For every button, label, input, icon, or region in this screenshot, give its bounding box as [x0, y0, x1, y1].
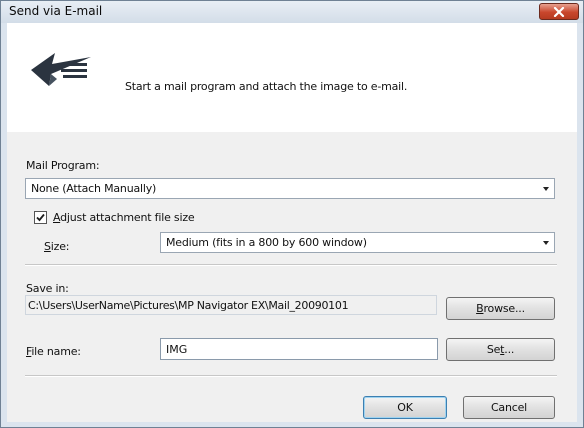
checkmark-icon — [36, 213, 45, 222]
mail-send-icon — [31, 53, 91, 86]
adjust-size-label[interactable]: Adjust attachment file size — [53, 211, 195, 224]
chevron-down-icon — [543, 187, 549, 191]
file-name-input[interactable]: IMG — [160, 338, 438, 360]
header-description: Start a mail program and attach the imag… — [125, 80, 408, 93]
dialog-body: Mail Program: None (Attach Manually) Adj… — [7, 132, 577, 422]
adjust-size-checkbox[interactable] — [34, 211, 47, 224]
mail-program-label: Mail Program: — [26, 159, 100, 172]
ok-button[interactable]: OK — [363, 396, 447, 419]
file-name-value: IMG — [166, 343, 188, 356]
save-in-path: C:\Users\UserName\Pictures\MP Navigator … — [25, 295, 437, 315]
close-button[interactable] — [539, 3, 579, 20]
save-in-path-text: C:\Users\UserName\Pictures\MP Navigator … — [28, 299, 349, 312]
separator — [25, 375, 557, 377]
size-label: Size: — [44, 240, 70, 253]
chevron-down-icon — [543, 241, 549, 245]
window-title: Send via E-mail — [9, 4, 103, 18]
close-icon — [553, 6, 565, 17]
send-via-email-dialog: Send via E-mail Start a mail program and… — [0, 0, 584, 428]
separator — [25, 264, 557, 266]
browse-button[interactable]: Browse... — [446, 297, 555, 320]
mail-program-select[interactable]: None (Attach Manually) — [25, 178, 555, 199]
set-button[interactable]: Se t... — [446, 338, 555, 361]
save-in-label: Save in: — [26, 282, 69, 295]
cancel-button[interactable]: Cancel — [463, 396, 555, 419]
mail-program-value: None (Attach Manually) — [31, 182, 157, 195]
file-name-label: File name: — [26, 345, 81, 358]
size-value: Medium (fits in a 800 by 600 window) — [166, 236, 367, 249]
dialog-header: Start a mail program and attach the imag… — [7, 23, 577, 132]
size-select[interactable]: Medium (fits in a 800 by 600 window) — [160, 232, 555, 253]
title-bar[interactable]: Send via E-mail — [1, 1, 583, 23]
